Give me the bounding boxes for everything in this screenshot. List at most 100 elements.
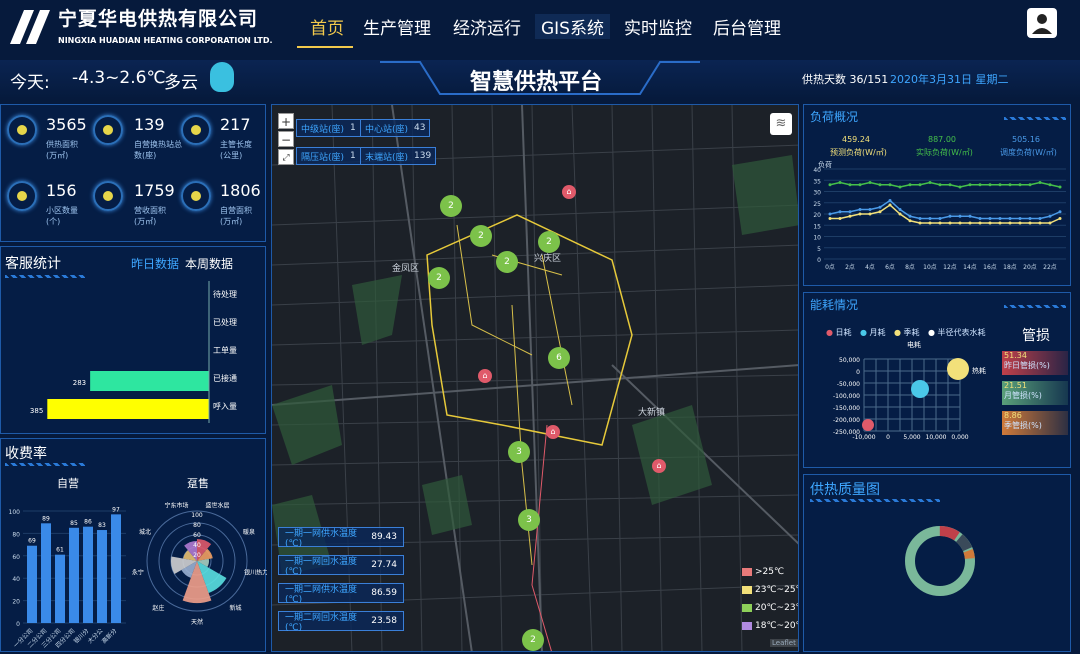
station-cluster[interactable]: 3	[508, 441, 530, 463]
data-point	[988, 217, 992, 220]
x-tick-label: 10,000	[926, 434, 947, 441]
legend-item: 18℃~20℃	[742, 621, 798, 631]
station-cluster[interactable]: 2	[538, 231, 560, 253]
x-tick-label: 4点	[865, 263, 875, 271]
data-point	[938, 183, 942, 187]
zoom-out-button[interactable]: −	[278, 131, 294, 147]
x-tick-label: 10点	[923, 263, 937, 271]
nav-admin[interactable]: 后台管理	[713, 14, 781, 39]
map-attribution[interactable]: Leaflet	[770, 639, 798, 647]
bar	[27, 545, 37, 623]
bar	[41, 523, 51, 623]
x-tick-label: 18点	[1003, 263, 1017, 271]
data-point	[978, 217, 982, 220]
station-cluster[interactable]: 2	[428, 267, 450, 289]
home-marker-icon[interactable]: ⌂	[562, 185, 576, 199]
fee-panel: 收费率 自营 趸售 0 20 40 60 80 100 69 一分公司 89 二分公司 61 三分公司…	[0, 438, 267, 652]
nav-home[interactable]: 首页	[310, 14, 344, 39]
legend-item: ● 日耗	[826, 328, 852, 337]
district-label: 金凤区	[392, 264, 420, 274]
rose-label: 天然	[191, 618, 203, 626]
title-stripe	[1004, 305, 1066, 308]
company-name-cn: 宁夏华电供热有限公司	[58, 8, 259, 30]
station-cluster[interactable]: 2	[496, 251, 518, 273]
data-point	[1028, 217, 1032, 220]
station-cluster[interactable]: 3	[518, 509, 540, 531]
nav-home-underline	[297, 46, 353, 48]
title-stripe	[1004, 117, 1066, 120]
category-label: 呼入量	[213, 401, 237, 411]
rose-tick-label: 40	[193, 542, 201, 549]
station-cluster[interactable]: 6	[548, 347, 570, 369]
data-point	[1008, 221, 1012, 225]
home-marker-icon[interactable]: ⌂	[478, 369, 492, 383]
nav-production[interactable]: 生产管理	[363, 14, 431, 39]
page-title: 智慧供热平台	[470, 70, 603, 95]
y-tick-label: 30	[813, 190, 821, 197]
kpi-value: 217	[220, 115, 251, 134]
rose-label: 赵庄	[152, 604, 164, 612]
station-cluster[interactable]: 2	[522, 629, 544, 651]
data-point	[1058, 217, 1062, 220]
tab-week[interactable]: 本周数据	[185, 255, 233, 272]
x-tick-label: 0点	[825, 263, 835, 271]
legend-item: ● 月耗	[860, 328, 886, 337]
tab-yesterday[interactable]: 昨日数据	[131, 255, 179, 272]
x-tick-label: 22点	[1043, 263, 1057, 271]
predicted-load-value: 459.24	[842, 135, 870, 144]
bubble	[911, 380, 929, 398]
fullscreen-button[interactable]: ⤢	[278, 149, 294, 165]
energy-panel: 能耗情况 ● 日耗 ● 月耗 ● 季耗 ● 半径代表水耗 管损 电耗 热耗 50,0…	[803, 292, 1071, 468]
kpi-label: 主管长度 (公里)	[220, 140, 252, 160]
data-point	[1028, 183, 1032, 187]
data-point	[838, 210, 842, 214]
rose-tick-label: 80	[193, 522, 201, 529]
data-point	[1058, 210, 1062, 214]
data-point	[1038, 181, 1042, 184]
fee-title: 收费率	[5, 446, 47, 462]
layers-button[interactable]: ≋	[770, 113, 792, 135]
nav-gis[interactable]: GIS系统	[535, 14, 610, 39]
home-marker-icon[interactable]: ⌂	[546, 425, 560, 439]
nav-economy[interactable]: 经济运行	[453, 14, 521, 39]
data-point	[828, 217, 832, 220]
title-stripe	[5, 463, 85, 466]
station-cluster[interactable]: 2	[470, 225, 492, 247]
bar-value-label: 283	[73, 379, 86, 387]
temp-readout: 一期一网回水温度(℃) 27.74	[278, 555, 404, 577]
quality-donut	[905, 526, 975, 596]
data-point	[858, 208, 862, 211]
bar-value-label: 97	[112, 506, 120, 513]
x-tick-label: 14点	[963, 263, 977, 271]
heating-days: 供热天数 36/151	[802, 73, 889, 86]
bar-value-label: 83	[98, 522, 106, 529]
data-point	[888, 203, 892, 207]
loss-yesterday: 51.34 昨日管损(%)	[1002, 351, 1068, 375]
nav-monitor[interactable]: 实时监控	[624, 14, 692, 39]
legend-item: 23℃~25℃	[742, 585, 798, 595]
y-tick-label: 0	[856, 369, 860, 376]
station-cluster[interactable]: 2	[440, 195, 462, 217]
data-point	[908, 214, 912, 218]
user-avatar-button[interactable]	[1027, 8, 1057, 38]
station-count-end: 末端站(座) 139	[360, 147, 437, 165]
y-tick-label: -100,000	[833, 393, 860, 400]
data-point	[1028, 221, 1032, 225]
data-point	[848, 210, 852, 214]
data-point	[828, 183, 832, 187]
data-point	[918, 183, 922, 187]
kpi-value: 1759	[134, 181, 175, 200]
kpi-value: 3565	[46, 115, 87, 134]
service-title: 客服统计	[5, 256, 61, 272]
data-point	[1048, 221, 1052, 225]
data-point	[928, 221, 932, 225]
legend-item: >25℃	[742, 567, 784, 577]
home-marker-icon[interactable]: ⌂	[652, 459, 666, 473]
actual-load-label: 实际负荷(W/㎡)	[916, 148, 973, 157]
data-point	[998, 217, 1002, 220]
gis-map[interactable]: 金凤区 兴庆区 大新镇 + − ⤢ ≋ 中级站(座) 1 中心站(座) 43 隔压站…	[271, 104, 799, 652]
bar	[69, 527, 79, 623]
weather-label: 今天:	[10, 73, 50, 93]
data-point	[938, 217, 942, 220]
zoom-in-button[interactable]: +	[278, 113, 294, 129]
